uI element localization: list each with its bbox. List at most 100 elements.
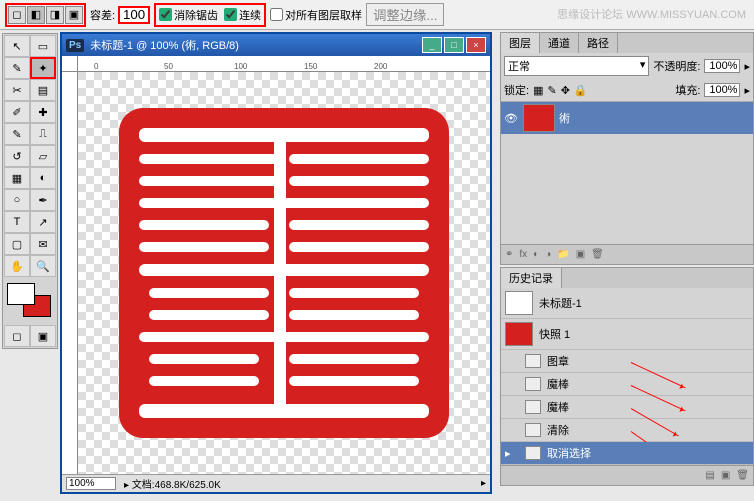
zoom-tool[interactable]: 🔍	[30, 255, 56, 277]
new-doc-icon[interactable]: ▤	[705, 470, 714, 481]
contiguous-checkbox[interactable]: 连续	[224, 7, 261, 23]
tab-paths[interactable]: 路径	[579, 33, 618, 53]
anti-alias-checkbox[interactable]: 消除锯齿	[159, 7, 218, 23]
folder-icon[interactable]: 📁	[557, 249, 569, 260]
tab-channels[interactable]: 通道	[540, 33, 579, 53]
ps-icon: Ps	[66, 39, 84, 52]
move-tool[interactable]: ↖	[4, 35, 30, 57]
doc-size-label: ▸ 文档:468.8K/625.0K	[124, 476, 221, 491]
new-selection-icon[interactable]: ◻	[8, 6, 26, 24]
new-layer-icon[interactable]: ▣	[576, 249, 585, 260]
adjustment-icon[interactable]: ◑	[545, 249, 551, 260]
history-brush-tool[interactable]: ↺	[4, 145, 30, 167]
wand-icon	[525, 400, 541, 414]
chevron-down-icon[interactable]: ▸	[744, 60, 750, 73]
visibility-icon[interactable]: 👁	[503, 112, 519, 125]
marquee-tool[interactable]: ▭	[30, 35, 56, 57]
history-panel: 历史记录 未标题-1 快照 1 图章 魔棒 魔棒	[500, 267, 754, 486]
eyedropper-tool[interactable]: ✐	[4, 101, 30, 123]
maximize-button[interactable]: □	[444, 37, 464, 53]
path-tool[interactable]: ↗	[30, 211, 56, 233]
snapshot-thumbnail	[505, 322, 533, 346]
eraser-tool[interactable]: ▱	[30, 145, 56, 167]
zoom-input[interactable]: 100%	[66, 477, 116, 490]
all-layers-checkbox[interactable]: 对所有图层取样	[270, 7, 362, 23]
lock-position-icon[interactable]: ✥	[561, 84, 570, 97]
dodge-tool[interactable]: ○	[4, 189, 30, 211]
fill-input[interactable]: 100%	[704, 83, 740, 97]
deselect-icon	[525, 446, 541, 460]
close-button[interactable]: ×	[466, 37, 486, 53]
color-swatches[interactable]	[5, 281, 55, 321]
brush-tool[interactable]: ✎	[4, 123, 30, 145]
lock-all-icon[interactable]: 🔒	[574, 84, 588, 97]
history-step[interactable]: 魔棒	[501, 396, 753, 419]
history-snapshot-row[interactable]: 快照 1	[501, 319, 753, 350]
toolbox: ↖▭ ✎✦ ✂▤ ✐✚ ✎⎍ ↺▱ ▦◐ ○✒ T↗ ▢✉ ✋🔍 ◻▣	[2, 33, 58, 349]
mask-icon[interactable]: ◐	[533, 249, 539, 260]
vertical-ruler[interactable]	[62, 72, 78, 474]
notes-tool[interactable]: ✉	[30, 233, 56, 255]
document-window: Ps 未标题-1 @ 100% (術, RGB/8) _ □ × 0501001…	[60, 32, 492, 494]
window-title: 未标题-1 @ 100% (術, RGB/8)	[90, 37, 239, 53]
shape-tool[interactable]: ▢	[4, 233, 30, 255]
fg-color-swatch[interactable]	[7, 283, 35, 305]
lock-pixels-icon[interactable]: ✎	[547, 84, 556, 97]
horizontal-ruler[interactable]: 050100150200	[78, 56, 490, 72]
history-step[interactable]: 魔棒	[501, 373, 753, 396]
link-icon[interactable]: ⚭	[505, 249, 513, 260]
tab-layers[interactable]: 图层	[501, 33, 540, 53]
hand-tool[interactable]: ✋	[4, 255, 30, 277]
add-selection-icon[interactable]: ◧	[27, 6, 45, 24]
history-step[interactable]: 图章	[501, 350, 753, 373]
trash-icon[interactable]: 🗑	[591, 249, 604, 260]
history-step[interactable]: 清除	[501, 419, 753, 442]
fx-icon[interactable]: fx	[519, 249, 527, 260]
seal-image	[119, 108, 449, 438]
status-bar: 100% ▸ 文档:468.8K/625.0K ▸	[62, 474, 490, 492]
layer-thumbnail[interactable]	[523, 104, 555, 132]
doc-thumbnail	[505, 291, 533, 315]
layer-row[interactable]: 👁 術	[501, 101, 753, 134]
ruler-origin[interactable]	[62, 56, 78, 72]
canvas[interactable]	[78, 72, 490, 474]
history-document-row[interactable]: 未标题-1	[501, 288, 753, 319]
trash-icon[interactable]: 🗑	[736, 470, 749, 481]
stamp-icon	[525, 354, 541, 368]
checkbox-group: 消除锯齿 连续	[154, 3, 266, 27]
pen-tool[interactable]: ✒	[30, 189, 56, 211]
opacity-label: 不透明度:	[653, 58, 700, 74]
lock-transparent-icon[interactable]: ▦	[533, 84, 543, 97]
blur-tool[interactable]: ◐	[30, 167, 56, 189]
refine-edge-button[interactable]: 调整边缘...	[366, 3, 444, 26]
layer-name[interactable]: 術	[559, 110, 570, 126]
minimize-button[interactable]: _	[422, 37, 442, 53]
subtract-selection-icon[interactable]: ◨	[46, 6, 64, 24]
lock-label: 锁定:	[504, 82, 529, 98]
selection-mode-group[interactable]: ◻ ◧ ◨ ▣	[5, 3, 86, 27]
opacity-input[interactable]: 100%	[704, 59, 740, 73]
history-step[interactable]: ▸ 取消选择	[501, 442, 753, 465]
wand-icon	[525, 377, 541, 391]
tolerance-label: 容差:	[90, 7, 115, 23]
layers-panel: 图层 通道 路径 正常▾ 不透明度: 100%▸ 锁定: ▦ ✎ ✥ 🔒 填充:…	[500, 32, 754, 265]
intersect-selection-icon[interactable]: ▣	[65, 6, 83, 24]
quickmask-icon[interactable]: ◻	[4, 325, 30, 347]
blend-mode-select[interactable]: 正常▾	[504, 56, 649, 76]
scroll-arrow-icon[interactable]: ▸	[481, 478, 486, 489]
gradient-tool[interactable]: ▦	[4, 167, 30, 189]
new-snapshot-icon[interactable]: ▣	[721, 470, 730, 481]
chevron-down-icon: ▾	[640, 58, 646, 74]
tab-history[interactable]: 历史记录	[501, 268, 562, 288]
crop-tool[interactable]: ✂	[4, 79, 30, 101]
slice-tool[interactable]: ▤	[30, 79, 56, 101]
window-titlebar[interactable]: Ps 未标题-1 @ 100% (術, RGB/8) _ □ ×	[62, 34, 490, 56]
chevron-down-icon[interactable]: ▸	[744, 84, 750, 97]
heal-tool[interactable]: ✚	[30, 101, 56, 123]
magic-wand-tool[interactable]: ✦	[30, 57, 56, 79]
stamp-tool[interactable]: ⎍	[30, 123, 56, 145]
lasso-tool[interactable]: ✎	[4, 57, 30, 79]
tolerance-input[interactable]	[118, 6, 150, 24]
type-tool[interactable]: T	[4, 211, 30, 233]
screenmode-icon[interactable]: ▣	[30, 325, 56, 347]
